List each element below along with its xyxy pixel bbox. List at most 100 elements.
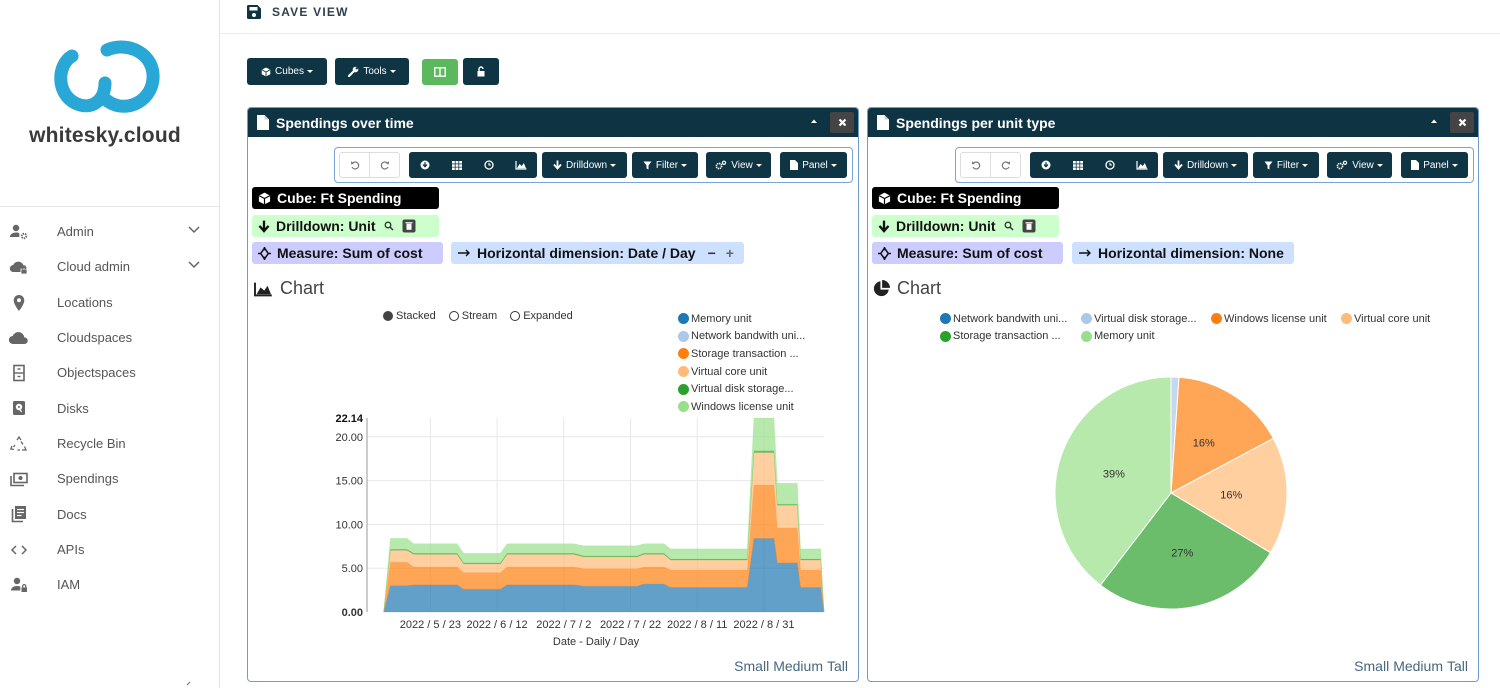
x-tick-label: 2022 / 7 / 2 <box>536 619 591 631</box>
sidebar-item-recycle-bin[interactable]: Recycle Bin <box>0 426 219 461</box>
chevron-down-icon[interactable] <box>187 260 201 270</box>
mode-option-stacked[interactable]: Stacked <box>383 310 436 322</box>
trash-icon[interactable] <box>402 219 416 233</box>
panel-dropdown-button[interactable]: Panel <box>1401 152 1468 178</box>
measure-chip[interactable]: Measure: Sum of cost <box>872 242 1063 264</box>
view-dropdown-button[interactable]: View <box>706 152 771 178</box>
zoom-out-button[interactable]: − <box>708 245 716 261</box>
wrench-icon <box>348 66 359 77</box>
table-view-button[interactable] <box>1062 152 1094 178</box>
sidebar-item-spendings[interactable]: Spendings <box>0 461 219 496</box>
x-tick-label: 2022 / 8 / 31 <box>733 619 794 631</box>
download-button[interactable] <box>409 152 441 178</box>
filter-dropdown-button[interactable]: Filter <box>1253 152 1319 178</box>
size-tall-link[interactable]: Tall <box>1447 658 1468 674</box>
chart-view-button[interactable] <box>1126 152 1158 178</box>
brand-name: whitesky.cloud <box>29 124 181 147</box>
sidebar-item-apis[interactable]: APIs <box>0 532 219 567</box>
legend-dot-icon <box>1081 330 1092 342</box>
sidebar-item-cloud-admin[interactable]: Cloud admin <box>0 249 219 284</box>
view-dropdown-button[interactable]: View <box>1327 152 1392 178</box>
filter-dropdown-button[interactable]: Filter <box>632 152 698 178</box>
undo-button[interactable] <box>340 153 369 177</box>
download-button[interactable] <box>1030 152 1062 178</box>
sidebar-item-cloudspaces[interactable]: Cloudspaces <box>0 320 219 355</box>
unlock-button[interactable] <box>463 58 499 85</box>
cube-chip[interactable]: Cube: Ft Spending <box>252 187 439 209</box>
mode-option-stream[interactable]: Stream <box>448 310 497 322</box>
size-small-link[interactable]: Small <box>1354 658 1389 674</box>
legend-item[interactable]: Virtual disk storage... <box>678 380 805 398</box>
redo-button[interactable] <box>990 153 1020 177</box>
sidebar-item-objectspaces[interactable]: Objectspaces <box>0 355 219 390</box>
close-panel-button[interactable] <box>1450 112 1474 133</box>
chart-view-button[interactable] <box>505 152 537 178</box>
size-tall-link[interactable]: Tall <box>827 658 848 674</box>
legend-item[interactable]: Memory unit <box>1081 328 1211 346</box>
radio-icon[interactable] <box>448 311 459 321</box>
legend-item[interactable]: Virtual core unit <box>678 363 805 381</box>
undo-icon <box>971 161 980 170</box>
collapse-sidebar-icon[interactable] <box>184 681 192 688</box>
layout-columns-button[interactable] <box>422 59 458 85</box>
cubes-dropdown-button[interactable]: Cubes <box>247 58 327 85</box>
gauge-view-button[interactable] <box>1094 152 1126 178</box>
mode-option-expanded[interactable]: Expanded <box>510 310 573 322</box>
zoom-in-button[interactable]: + <box>726 245 734 261</box>
whitesky-logo-icon[interactable] <box>45 35 165 120</box>
gauge-view-button[interactable] <box>473 152 505 178</box>
table-view-button[interactable] <box>441 152 473 178</box>
size-medium-link[interactable]: Medium <box>1393 658 1443 674</box>
legend-dot-icon <box>678 330 689 342</box>
panel-dropdown-button[interactable]: Panel <box>780 152 847 178</box>
search-icon[interactable] <box>384 221 394 231</box>
filter-icon <box>1264 161 1273 169</box>
caret-down-icon <box>681 163 688 167</box>
sidebar-item-iam[interactable]: IAM <box>0 567 219 602</box>
cube-chip[interactable]: Cube: Ft Spending <box>872 187 1059 209</box>
legend-item[interactable]: Virtual disk storage... <box>1081 310 1211 328</box>
panel-header[interactable]: Spendings over time <box>248 108 858 137</box>
search-icon[interactable] <box>1004 221 1014 231</box>
radio-icon[interactable] <box>383 311 393 321</box>
panel-label: Panel <box>802 159 828 171</box>
size-medium-link[interactable]: Medium <box>773 658 823 674</box>
close-panel-button[interactable] <box>830 112 854 133</box>
panel-header[interactable]: Spendings per unit type <box>868 108 1478 137</box>
drilldown-chip[interactable]: Drilldown: Unit <box>252 215 439 237</box>
sidebar-item-admin[interactable]: Admin <box>0 214 219 249</box>
legend-item[interactable]: Storage transaction ... <box>678 345 805 363</box>
horizontal-dimension-chip[interactable]: Horizontal dimension: Date / Day − + <box>451 242 744 264</box>
legend-dot-icon <box>940 313 951 325</box>
drilldown-dropdown-button[interactable]: Drilldown <box>1163 152 1248 178</box>
legend-item[interactable]: Network bandwith uni... <box>678 328 805 346</box>
measure-chip[interactable]: Measure: Sum of cost <box>252 242 443 264</box>
chart-heading: Chart <box>253 278 324 299</box>
chevron-down-icon[interactable] <box>187 225 201 235</box>
redo-button[interactable] <box>369 153 399 177</box>
legend-item[interactable]: Virtual core unit <box>1341 310 1471 328</box>
sidebar-item-disks[interactable]: Disks <box>0 390 219 425</box>
sidebar-item-docs[interactable]: Docs <box>0 496 219 531</box>
legend-item[interactable]: Network bandwith uni... <box>940 310 1081 328</box>
pie-chart: 16% 16% 27% 39% <box>1054 376 1288 610</box>
undo-button[interactable] <box>961 153 990 177</box>
radio-icon[interactable] <box>510 311 521 321</box>
caret-down-icon <box>1451 163 1458 167</box>
tools-dropdown-button[interactable]: Tools <box>335 58 409 85</box>
sidebar-item-label: Locations <box>57 294 113 310</box>
horizontal-dimension-chip[interactable]: Horizontal dimension: None <box>1072 242 1294 264</box>
legend-item[interactable]: Memory unit <box>678 310 805 328</box>
legend-item[interactable]: Windows license unit <box>1211 310 1341 328</box>
trash-icon[interactable] <box>1022 219 1036 233</box>
area-chart-legend: Memory unit Network bandwith uni... Storag… <box>678 310 805 416</box>
collapse-caret-icon[interactable] <box>810 117 818 125</box>
drilldown-dropdown-button[interactable]: Drilldown <box>542 152 627 178</box>
undo-icon <box>350 161 359 170</box>
legend-item[interactable]: Storage transaction ... <box>940 328 1081 346</box>
save-view-button[interactable]: SAVE VIEW <box>246 2 349 22</box>
size-small-link[interactable]: Small <box>734 658 769 674</box>
drilldown-chip[interactable]: Drilldown: Unit <box>872 215 1059 237</box>
sidebar-item-locations[interactable]: Locations <box>0 285 219 320</box>
collapse-caret-icon[interactable] <box>1430 117 1438 125</box>
